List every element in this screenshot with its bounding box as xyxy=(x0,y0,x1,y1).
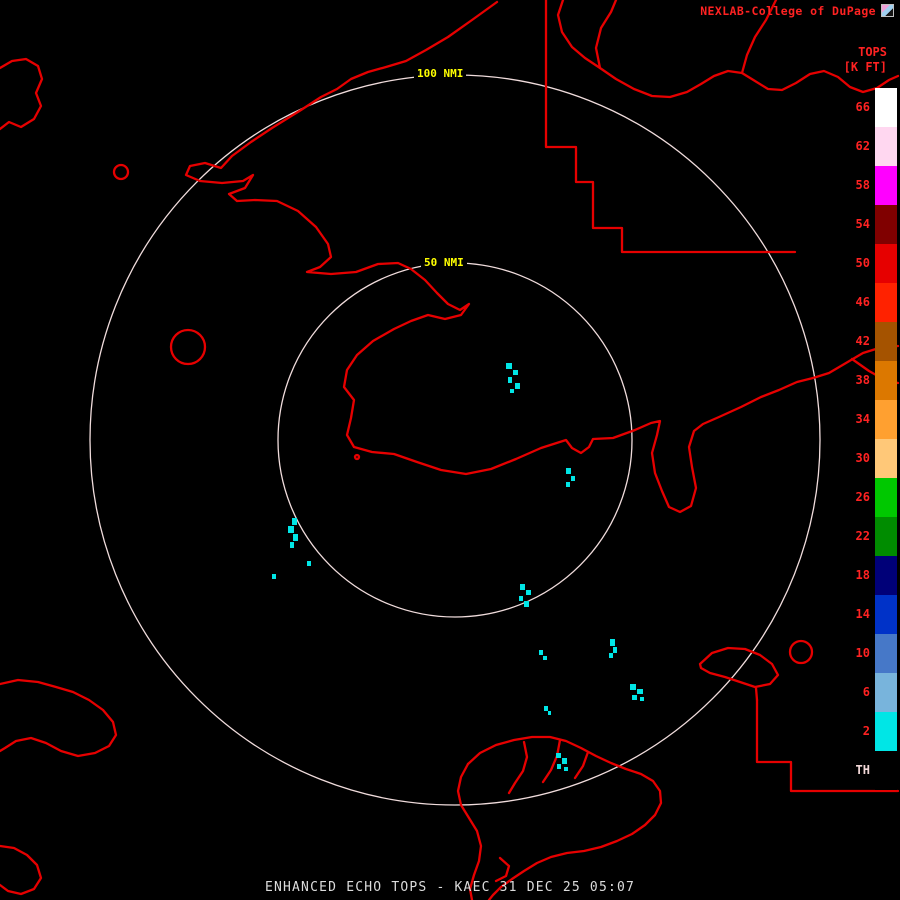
echo-cell xyxy=(548,711,551,715)
echo-cell xyxy=(564,767,568,771)
echo-cell xyxy=(637,689,643,694)
colorbar-segment-46 xyxy=(875,283,897,322)
echo-cell xyxy=(519,596,523,601)
coastline-main xyxy=(184,0,900,514)
colorbar-tick-30: 30 xyxy=(855,451,870,465)
colorbar-segment-18 xyxy=(875,556,897,595)
colorbar-tick-2: 2 xyxy=(862,724,870,738)
ring-label-50nmi: 50 NMI xyxy=(421,256,467,269)
colorbar-segment-50 xyxy=(875,244,897,283)
colorbar-tick-10: 10 xyxy=(855,646,870,660)
colorbar-segment-30 xyxy=(875,439,897,478)
ring-label-100nmi: 100 NMI xyxy=(414,67,467,80)
echo-cell xyxy=(508,377,512,383)
colorbar-tick-62: 62 xyxy=(855,139,870,153)
colorbar-segment-22 xyxy=(875,517,897,556)
echo-cell xyxy=(543,656,547,660)
echo-cell xyxy=(510,389,514,393)
echo-cell xyxy=(288,526,294,533)
colorbar-segment-66 xyxy=(875,88,897,127)
colorbar-tick-46: 46 xyxy=(855,295,870,309)
river-branch-2 xyxy=(594,0,618,70)
colorbar-tick-18: 18 xyxy=(855,568,870,582)
colorbar-segment-38 xyxy=(875,361,897,400)
colorbar-tick-66: 66 xyxy=(855,100,870,114)
island-left xyxy=(0,678,118,758)
colorbar-tick-22: 22 xyxy=(855,529,870,543)
colorbar xyxy=(875,88,897,790)
echo-cell xyxy=(524,601,529,607)
colorbar-segment-6 xyxy=(875,673,897,712)
echo-cell xyxy=(566,468,571,474)
delta-channel-1 xyxy=(507,740,529,795)
echo-cell xyxy=(307,561,311,566)
delta-channel-4 xyxy=(494,856,511,883)
echo-cell xyxy=(571,476,575,481)
colorbar-segment-10 xyxy=(875,634,897,673)
colorbar-segment-62 xyxy=(875,127,897,166)
echo-cell xyxy=(632,695,637,700)
lake-circle-small xyxy=(112,163,130,181)
colorbar-tick-26: 26 xyxy=(855,490,870,504)
colorbar-segment-34 xyxy=(875,400,897,439)
colorbar-segment-54 xyxy=(875,205,897,244)
radar-map xyxy=(0,0,900,900)
echo-cell xyxy=(613,647,617,653)
colorbar-tick-6: 6 xyxy=(862,685,870,699)
colorbar-tick-TH: TH xyxy=(855,763,870,777)
echo-cell xyxy=(610,639,615,646)
legend-title: TOPS xyxy=(858,45,887,59)
echo-cell xyxy=(539,650,543,655)
islet-dot xyxy=(353,453,361,461)
echo-cell xyxy=(556,753,561,758)
brand-text: NEXLAB-College of DuPage xyxy=(700,4,876,18)
echo-cell xyxy=(272,574,276,579)
product-caption: ENHANCED ECHO TOPS - KAEC 31 DEC 25 05:0… xyxy=(264,880,636,895)
map-boundaries xyxy=(0,0,900,900)
colorbar-segment-TH xyxy=(875,751,897,790)
radar-viewport: NEXLAB-College of DuPage TOPS [K FT] 66 6… xyxy=(0,0,900,900)
echo-cell xyxy=(609,653,613,658)
echo-cell xyxy=(292,518,297,525)
colorbar-tick-50: 50 xyxy=(855,256,870,270)
colorbar-tick-14: 14 xyxy=(855,607,870,621)
lake-circle-midleft xyxy=(169,328,207,366)
echo-layer xyxy=(272,363,644,771)
island-bottomright xyxy=(698,646,780,702)
echo-cell xyxy=(640,697,644,701)
echo-cell xyxy=(293,534,298,541)
echo-cell xyxy=(557,764,561,769)
echo-cell xyxy=(290,542,294,548)
colorbar-tick-34: 34 xyxy=(855,412,870,426)
colorbar-tick-58: 58 xyxy=(855,178,870,192)
echo-cell xyxy=(513,370,518,375)
delta-channel-3 xyxy=(573,750,590,780)
legend-unit: [K FT] xyxy=(843,60,887,74)
island-topleft xyxy=(0,57,44,131)
echo-cell xyxy=(562,758,567,764)
echo-cell xyxy=(526,590,531,595)
range-ring-100nmi xyxy=(89,74,821,806)
echo-cell xyxy=(506,363,512,369)
colorbar-segment-2 xyxy=(875,712,897,751)
echo-cell xyxy=(515,383,520,389)
echo-cell xyxy=(544,706,548,711)
colorbar-tick-38: 38 xyxy=(855,373,870,387)
colorbar-segment-58 xyxy=(875,166,897,205)
echo-cell xyxy=(566,482,570,487)
broken-image-icon xyxy=(881,4,894,17)
range-rings xyxy=(89,74,821,806)
colorbar-segment-14 xyxy=(875,595,897,634)
lake-circle-right xyxy=(788,639,814,665)
colorbar-segment-42 xyxy=(875,322,897,361)
boundary-topright xyxy=(544,0,797,254)
delta-channel-2 xyxy=(541,738,562,784)
colorbar-segment-26 xyxy=(875,478,897,517)
echo-cell xyxy=(630,684,636,690)
colorbar-tick-42: 42 xyxy=(855,334,870,348)
echo-cell xyxy=(520,584,525,590)
colorbar-tick-54: 54 xyxy=(855,217,870,231)
